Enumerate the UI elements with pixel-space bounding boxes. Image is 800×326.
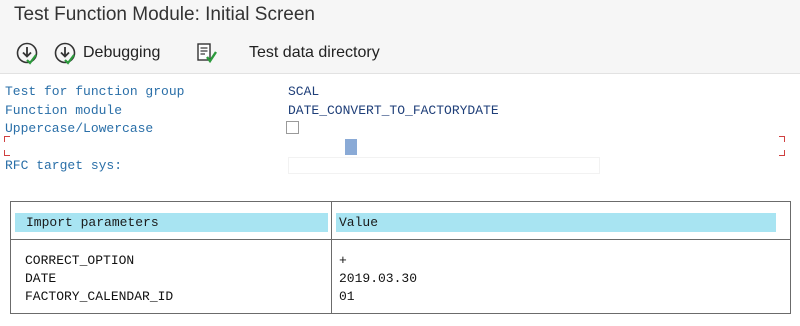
execute-icon bbox=[16, 42, 38, 65]
focus-bracket-top-left bbox=[4, 136, 10, 142]
rfc-target-input[interactable] bbox=[288, 157, 600, 174]
param-name-correct-option[interactable]: CORRECT_OPTION bbox=[25, 253, 134, 268]
application-toolbar: Debugging Test data directory bbox=[0, 33, 800, 74]
param-name-factory-calendar-id[interactable]: FACTORY_CALENDAR_ID bbox=[25, 289, 173, 304]
function-module-value[interactable]: DATE_CONVERT_TO_FACTORYDATE bbox=[288, 103, 499, 118]
focus-bracket-bottom-right bbox=[779, 150, 785, 156]
focus-bracket-top-right bbox=[779, 136, 785, 142]
debugging-button[interactable]: Debugging bbox=[53, 40, 160, 66]
uppercase-lowercase-label: Uppercase/Lowercase bbox=[5, 121, 154, 136]
column-header-import-parameters: Import parameters bbox=[15, 213, 328, 232]
test-data-directory-icon bbox=[197, 43, 217, 64]
window-title: Test Function Module: Initial Screen bbox=[14, 4, 315, 25]
header-separator bbox=[11, 239, 790, 240]
param-name-date[interactable]: DATE bbox=[25, 271, 56, 286]
function-module-label: Function module bbox=[5, 103, 123, 118]
param-value-factory-calendar-id[interactable]: 01 bbox=[339, 289, 355, 304]
rfc-target-label: RFC target sys: bbox=[5, 158, 123, 173]
column-header-value: Value bbox=[336, 213, 776, 232]
debugging-label: Debugging bbox=[83, 44, 161, 61]
debug-execute-icon bbox=[54, 42, 76, 65]
import-parameters-table: Import parameters Value CORRECT_OPTION +… bbox=[10, 201, 791, 314]
column-divider bbox=[331, 202, 332, 313]
test-data-icon-button[interactable] bbox=[195, 40, 219, 66]
test-data-directory-button[interactable]: Test data directory bbox=[243, 40, 380, 66]
test-data-directory-label: Test data directory bbox=[249, 44, 380, 61]
title-bar: Test Function Module: Initial Screen bbox=[0, 0, 800, 33]
param-value-date[interactable]: 2019.03.30 bbox=[339, 271, 417, 286]
execute-button[interactable] bbox=[15, 40, 39, 66]
rfc-target-value bbox=[289, 160, 292, 175]
focus-bracket-bottom-left bbox=[4, 150, 10, 156]
function-group-value[interactable]: SCAL bbox=[288, 84, 319, 99]
param-value-correct-option[interactable]: + bbox=[339, 253, 347, 268]
text-cursor bbox=[345, 139, 357, 155]
uppercase-lowercase-checkbox[interactable] bbox=[286, 121, 299, 134]
function-group-label: Test for function group bbox=[5, 84, 185, 99]
